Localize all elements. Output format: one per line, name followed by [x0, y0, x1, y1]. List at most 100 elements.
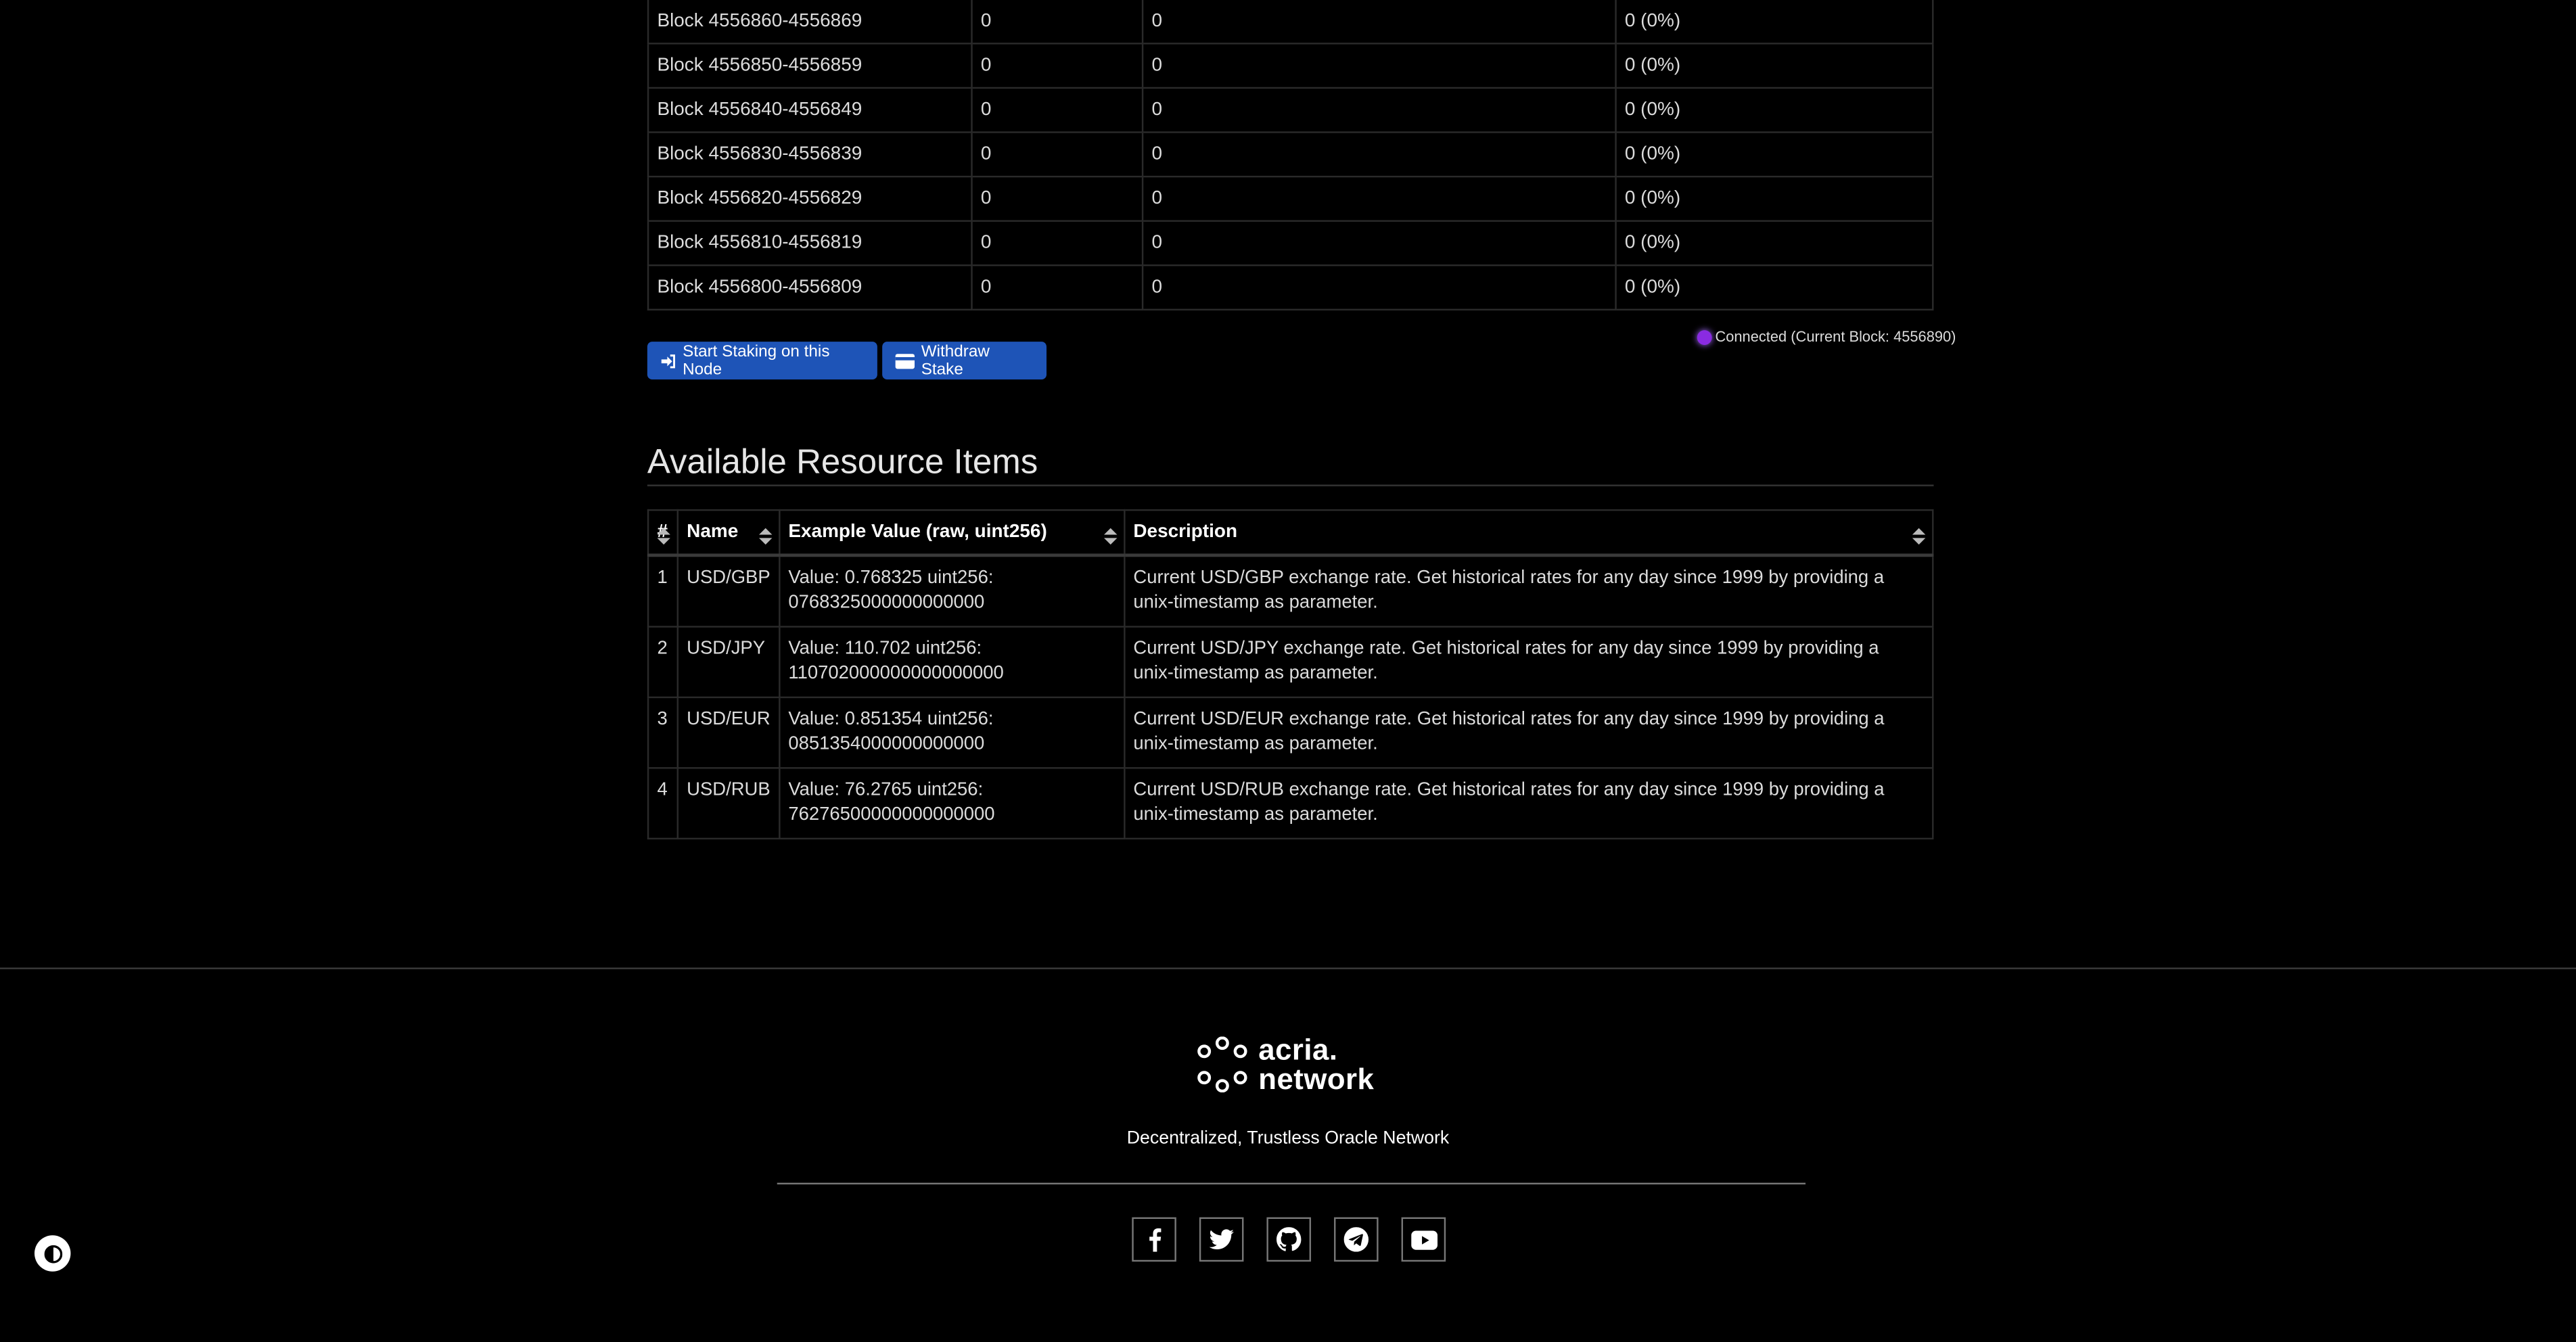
- status-dot-icon: [1697, 329, 1712, 344]
- table-cell: 0 (0%): [1615, 87, 1934, 133]
- example-value-cell: Value: 76.2765 uint256: 76276500000000000…: [778, 767, 1126, 840]
- twitter-link[interactable]: [1199, 1217, 1244, 1262]
- twitter-icon: [1209, 1229, 1234, 1249]
- block-range-cell: Block 4556830-4556839: [647, 131, 973, 178]
- table-cell: 0 (0%): [1615, 220, 1934, 267]
- theme-toggle-button[interactable]: [34, 1235, 71, 1272]
- block-range-cell: Block 4556840-4556849: [647, 87, 973, 133]
- column-header-name[interactable]: Name: [676, 509, 781, 557]
- withdraw-stake-button[interactable]: Withdraw Stake: [882, 342, 1047, 380]
- table-row: Block 4556840-4556849 0 0 0 (0%): [647, 87, 1934, 133]
- acria-logo[interactable]: acria. network: [1196, 1035, 1374, 1094]
- example-value: Value: 110.702 uint256:: [788, 639, 982, 659]
- example-raw: 76276500000000000000: [788, 805, 995, 825]
- logo-line1: acria.: [1258, 1033, 1338, 1067]
- contrast-icon: [43, 1244, 62, 1263]
- facebook-link[interactable]: [1132, 1217, 1176, 1262]
- table-cell: 0: [1141, 87, 1617, 133]
- block-range-cell: Block 4556800-4556809: [647, 264, 973, 311]
- table-cell: 0: [1141, 43, 1617, 89]
- table-cell: 0 (0%): [1615, 264, 1934, 311]
- column-header-label: Example Value (raw, uint256): [788, 522, 1047, 542]
- withdraw-stake-label: Withdraw Stake: [921, 342, 990, 379]
- table-cell: 0: [1141, 220, 1617, 267]
- block-range-cell: Block 4556850-4556859: [647, 43, 973, 89]
- table-cell: 0 (0%): [1615, 43, 1934, 89]
- github-link[interactable]: [1266, 1217, 1312, 1262]
- table-cell: 0: [971, 0, 1144, 45]
- logo-line2: network: [1258, 1063, 1375, 1096]
- logo-wordmark: acria. network: [1258, 1035, 1374, 1094]
- table-row: 4 USD/RUB Value: 76.2765 uint256: 7627650…: [647, 767, 1934, 840]
- example-raw: 0768325000000000000: [788, 593, 985, 613]
- footer-tagline: Decentralized, Trustless Oracle Network: [1126, 1128, 1450, 1149]
- row-number: 4: [647, 767, 679, 840]
- block-range-cell: Block 4556860-4556869: [647, 0, 973, 45]
- example-value-cell: Value: 0.768325 uint256: 0768325000000000…: [778, 554, 1126, 628]
- telegram-link[interactable]: [1334, 1217, 1379, 1262]
- resource-name: USD/GBP: [676, 554, 781, 628]
- footer-divider: [777, 1182, 1806, 1185]
- table-row: Block 4556820-4556829 0 0 0 (0%): [647, 175, 1934, 222]
- block-range-cell: Block 4556810-4556819: [647, 220, 973, 267]
- sort-icon: [1912, 528, 1926, 545]
- table-row: 1 USD/GBP Value: 0.768325 uint256: 076832…: [647, 554, 1934, 628]
- block-range-cell: Block 4556820-4556829: [647, 175, 973, 222]
- table-row: 2 USD/JPY Value: 110.702 uint256: 1107020…: [647, 626, 1934, 699]
- start-staking-button[interactable]: Start Staking on this Node: [647, 342, 877, 380]
- row-number: 2: [647, 626, 679, 699]
- resource-description: Current USD/JPY exchange rate. Get histo…: [1123, 626, 1934, 699]
- table-cell: 0: [971, 43, 1144, 89]
- resource-description: Current USD/EUR exchange rate. Get histo…: [1123, 696, 1934, 769]
- table-row: Block 4556800-4556809 0 0 0 (0%): [647, 264, 1934, 311]
- sort-icon: [1103, 528, 1118, 545]
- connection-status-text: Connected (Current Block: 4556890): [1715, 328, 1956, 346]
- table-cell: 0 (0%): [1615, 175, 1934, 222]
- table-row: Block 4556830-4556839 0 0 0 (0%): [647, 131, 1934, 178]
- resource-name: USD/JPY: [676, 626, 781, 699]
- credit-card-icon: [895, 353, 915, 369]
- resource-name: USD/EUR: [676, 696, 781, 769]
- sign-in-icon: [661, 353, 675, 368]
- column-header-label: Name: [687, 522, 739, 542]
- sort-icon: [758, 528, 773, 545]
- table-cell: 0: [971, 220, 1144, 267]
- divider: [647, 484, 1934, 486]
- example-value: Value: 76.2765 uint256:: [788, 780, 984, 800]
- example-raw: 110702000000000000000: [788, 664, 1004, 684]
- table-cell: 0: [971, 175, 1144, 222]
- blocks-table: Block 4556860-4556869 0 0 0 (0%) Block 4…: [647, 0, 1934, 311]
- section-title: Available Resource Items: [647, 443, 1038, 482]
- column-header-description[interactable]: Description: [1123, 509, 1934, 557]
- example-value-cell: Value: 0.851354 uint256: 0851354000000000…: [778, 696, 1126, 769]
- table-row: Block 4556850-4556859 0 0 0 (0%): [647, 43, 1934, 89]
- row-number: 3: [647, 696, 679, 769]
- table-cell: 0 (0%): [1615, 0, 1934, 45]
- table-header-row: # Name Example Value (raw, uint256) Desc…: [647, 509, 1934, 557]
- example-value: Value: 0.768325 uint256:: [788, 568, 994, 588]
- resource-items-table: # Name Example Value (raw, uint256) Desc…: [647, 509, 1934, 840]
- resource-description: Current USD/RUB exchange rate. Get histo…: [1123, 767, 1934, 840]
- resource-description: Current USD/GBP exchange rate. Get histo…: [1123, 554, 1934, 628]
- example-value: Value: 0.851354 uint256:: [788, 710, 994, 730]
- column-header-number[interactable]: #: [647, 509, 679, 557]
- table-cell: 0: [1141, 264, 1617, 311]
- telegram-icon: [1343, 1227, 1369, 1252]
- connection-status: Connected (Current Block: 4556890): [1697, 329, 1956, 345]
- facebook-icon: [1148, 1228, 1161, 1252]
- footer-divider: [0, 967, 2576, 969]
- table-cell: 0 (0%): [1615, 131, 1934, 178]
- table-row: Block 4556860-4556869 0 0 0 (0%): [647, 0, 1934, 45]
- youtube-icon: [1410, 1230, 1437, 1249]
- table-row: Block 4556810-4556819 0 0 0 (0%): [647, 220, 1934, 267]
- sort-icon: [657, 528, 670, 545]
- resource-name: USD/RUB: [676, 767, 781, 840]
- table-cell: 0: [1141, 0, 1617, 45]
- github-icon: [1276, 1227, 1302, 1251]
- start-staking-label: Start Staking on this Node: [683, 342, 830, 379]
- column-header-example-value[interactable]: Example Value (raw, uint256): [778, 509, 1126, 557]
- table-cell: 0: [971, 87, 1144, 133]
- youtube-link[interactable]: [1401, 1217, 1446, 1262]
- example-value-cell: Value: 110.702 uint256: 11070200000000000…: [778, 626, 1126, 699]
- table-cell: 0: [971, 131, 1144, 178]
